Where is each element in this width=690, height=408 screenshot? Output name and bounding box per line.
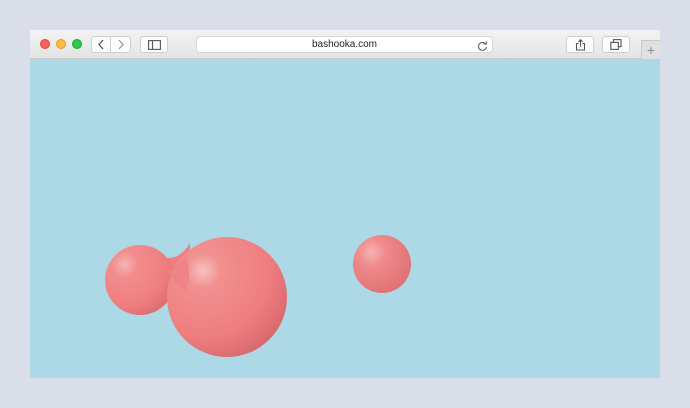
floating-bubble xyxy=(353,235,411,293)
sidebar-toggle-button[interactable] xyxy=(140,36,168,53)
back-button[interactable] xyxy=(91,36,111,53)
forward-button[interactable] xyxy=(111,36,131,53)
small-merged-bubble xyxy=(105,245,175,315)
new-tab-button[interactable]: + xyxy=(641,40,660,59)
url-text: bashooka.com xyxy=(311,39,378,50)
minimize-window-button[interactable] xyxy=(56,39,66,49)
page-content xyxy=(30,59,660,378)
large-merged-bubble xyxy=(167,237,287,357)
reload-icon xyxy=(478,41,487,51)
chevron-left-icon xyxy=(98,39,104,50)
reload-button[interactable] xyxy=(477,39,488,57)
sidebar-icon xyxy=(147,39,161,50)
browser-toolbar: bashooka.com + xyxy=(30,30,660,59)
close-window-button[interactable] xyxy=(40,39,50,49)
share-button[interactable] xyxy=(566,36,594,53)
blob-scene xyxy=(105,235,411,357)
tabs-overview-icon xyxy=(610,39,622,50)
browser-window: bashooka.com + xyxy=(30,30,660,378)
zoom-window-button[interactable] xyxy=(72,39,82,49)
chevron-right-icon xyxy=(118,39,124,50)
tabs-overview-button[interactable] xyxy=(602,36,630,53)
merged-blob xyxy=(105,237,287,357)
address-bar[interactable]: bashooka.com xyxy=(196,36,493,53)
share-icon xyxy=(575,38,585,51)
